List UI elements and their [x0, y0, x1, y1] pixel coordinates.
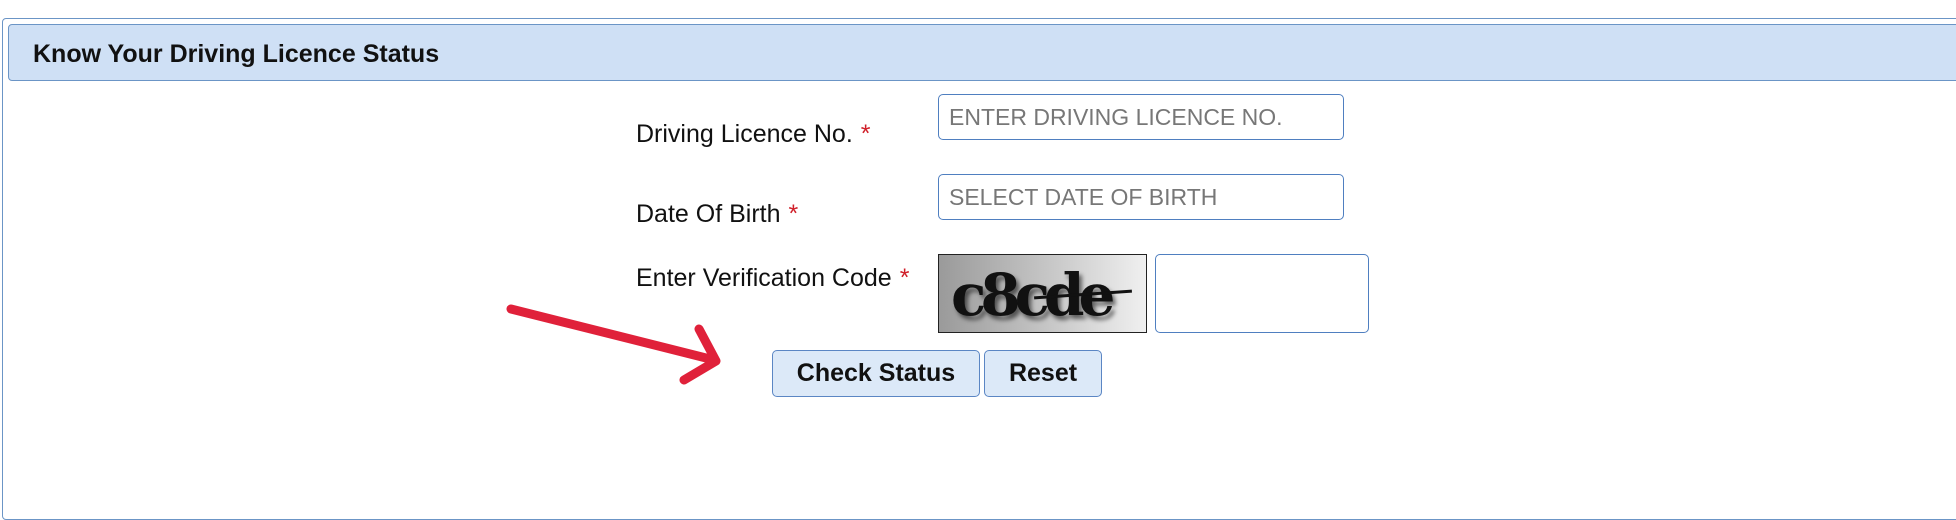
annotation-arrow-icon	[506, 304, 721, 385]
